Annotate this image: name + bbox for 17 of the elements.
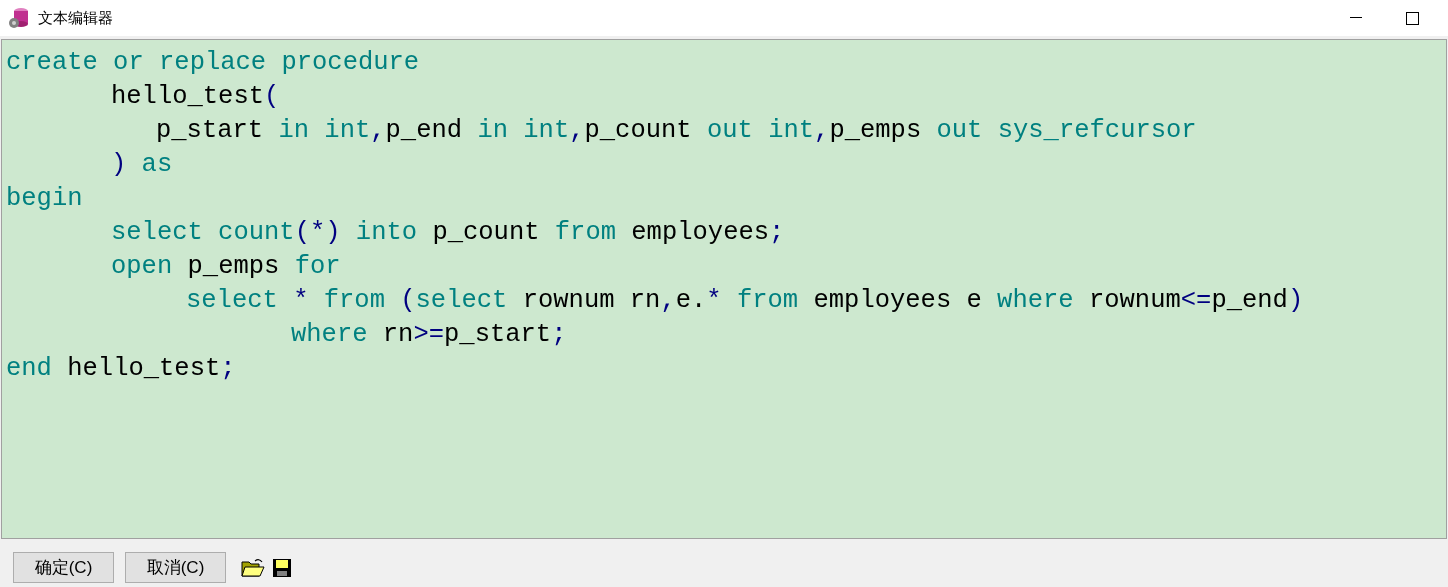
code-line: ) as xyxy=(111,149,173,181)
folder-icon xyxy=(241,557,265,578)
code-line: select * from (select rownum rn,e.* from employees e where rownum<=p_end) xyxy=(186,285,1304,317)
code-line: create or replace procedure xyxy=(6,47,420,79)
minimize-icon xyxy=(1350,17,1362,19)
code-line: end hello_test; xyxy=(6,353,236,385)
code-line: where rn>=p_start; xyxy=(291,319,567,351)
dialog-button[interactable]: 确定(C) xyxy=(13,552,114,583)
window-title: 文本编辑器 xyxy=(38,7,113,28)
maximize-icon xyxy=(1405,11,1419,25)
code-line: begin xyxy=(6,183,83,215)
code-line: p_start in int,p_end in int,p_count out int,p_emps out sys_refcursor xyxy=(156,115,1197,147)
code-line: select count(*) into p_count from employees; xyxy=(111,217,785,249)
code-line: hello_test( xyxy=(111,81,280,113)
dialog-button[interactable]: 取消(C) xyxy=(125,552,226,583)
code-line: open p_emps for xyxy=(111,251,341,283)
database-icon xyxy=(8,7,30,29)
